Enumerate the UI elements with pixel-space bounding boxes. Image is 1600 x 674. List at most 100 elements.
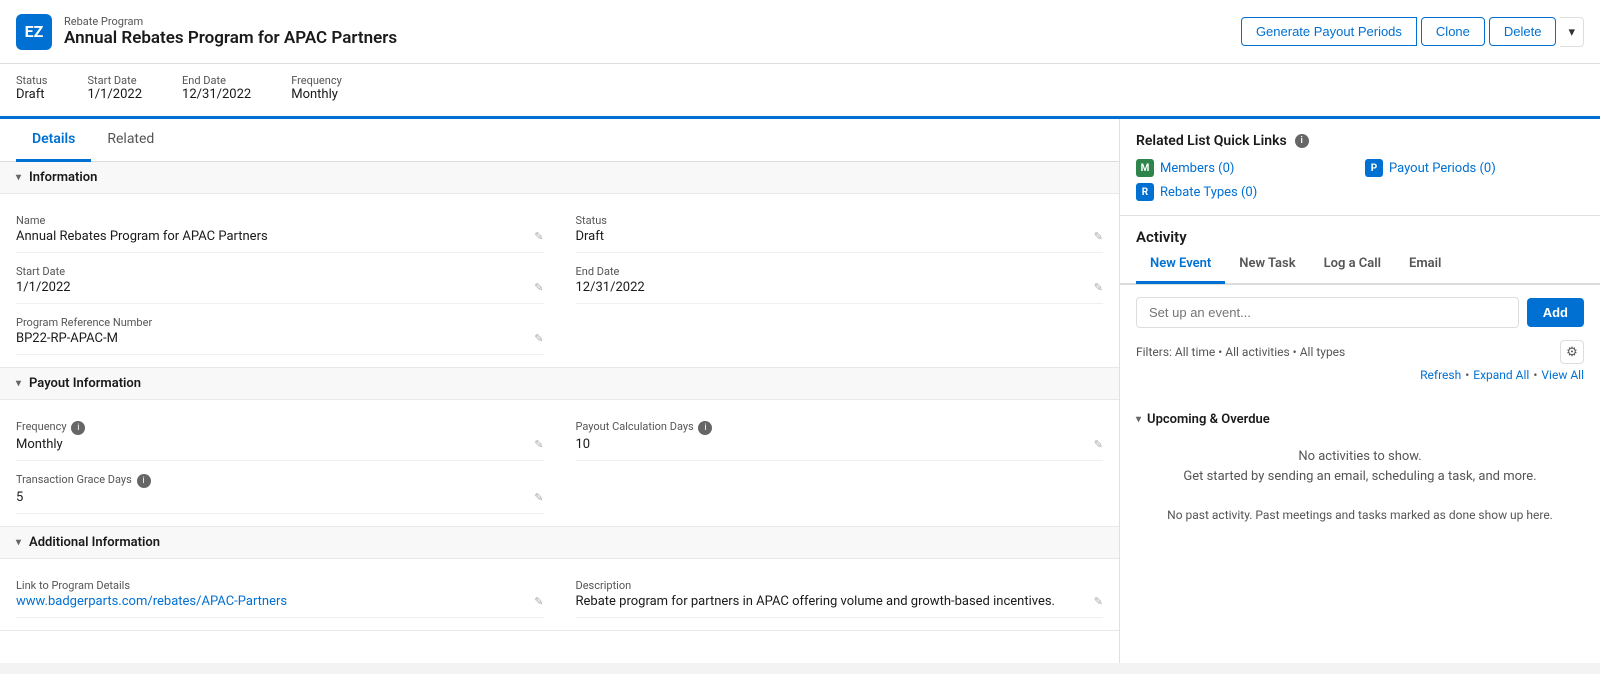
payout-calc-text: 10 bbox=[576, 437, 591, 452]
additional-section-header[interactable]: ▾ Additional Information bbox=[0, 527, 1119, 559]
payout-frequency-field: Frequency i Monthly ✎ bbox=[16, 412, 544, 461]
information-chevron-icon: ▾ bbox=[16, 172, 21, 183]
frequency-info-icon: i bbox=[71, 421, 85, 435]
activity-body: Add Filters: All time • All activities •… bbox=[1120, 285, 1600, 404]
link-value: www.badgerparts.com/rebates/APAC-Partner… bbox=[16, 594, 544, 609]
filter-gear-button[interactable]: ⚙ bbox=[1560, 340, 1584, 364]
description-text: Rebate program for partners in APAC offe… bbox=[576, 594, 1055, 609]
left-panel: Details Related ▾ Information Name Annua… bbox=[0, 119, 1120, 663]
upcoming-header[interactable]: ▾ Upcoming & Overdue bbox=[1136, 404, 1584, 435]
add-event-button[interactable]: Add bbox=[1527, 298, 1584, 327]
filters-text: Filters: All time • All activities • All… bbox=[1136, 345, 1345, 359]
tab-related[interactable]: Related bbox=[91, 119, 170, 162]
event-input[interactable] bbox=[1136, 297, 1519, 328]
payout-periods-quick-link[interactable]: P Payout Periods (0) bbox=[1365, 159, 1584, 177]
members-icon: M bbox=[1136, 159, 1154, 177]
quick-links-title-text: Related List Quick Links bbox=[1136, 133, 1287, 149]
link-edit-icon[interactable]: ✎ bbox=[534, 595, 543, 608]
additional-chevron-icon: ▾ bbox=[16, 537, 21, 548]
information-section-header[interactable]: ▾ Information bbox=[0, 162, 1119, 194]
rebate-types-quick-link[interactable]: R Rebate Types (0) bbox=[1136, 183, 1355, 201]
more-actions-button[interactable]: ▾ bbox=[1560, 17, 1584, 47]
activity-links: Refresh • Expand All • View All bbox=[1136, 368, 1584, 382]
payout-frequency-value: Monthly ✎ bbox=[16, 437, 544, 452]
additional-fields-grid: Link to Program Details www.badgerparts.… bbox=[16, 571, 1103, 618]
view-all-link[interactable]: View All bbox=[1541, 368, 1584, 382]
app-subtitle: Rebate Program bbox=[64, 15, 397, 28]
no-activity-message: No activities to show. Get started by se… bbox=[1136, 435, 1584, 498]
payout-section-body: Frequency i Monthly ✎ Payout Calculation… bbox=[0, 400, 1119, 526]
grace-days-text: 5 bbox=[16, 490, 23, 505]
end-date-info-label: End Date bbox=[576, 265, 1104, 278]
clone-button[interactable]: Clone bbox=[1421, 17, 1485, 46]
status-value: Draft bbox=[16, 87, 45, 102]
payout-frequency-text: Monthly bbox=[16, 437, 63, 452]
program-ref-text: BP22-RP-APAC-M bbox=[16, 331, 118, 346]
right-panel: Related List Quick Links i M Members (0)… bbox=[1120, 119, 1600, 663]
tab-new-event[interactable]: New Event bbox=[1136, 246, 1225, 284]
tab-new-task[interactable]: New Task bbox=[1225, 246, 1309, 284]
additional-section-title: Additional Information bbox=[29, 535, 160, 550]
generate-payout-periods-button[interactable]: Generate Payout Periods bbox=[1241, 17, 1417, 46]
program-ref-edit-icon[interactable]: ✎ bbox=[534, 332, 543, 345]
detail-tabs: Details Related bbox=[0, 119, 1119, 162]
status-edit-icon[interactable]: ✎ bbox=[1094, 230, 1103, 243]
frequency-label: Frequency bbox=[291, 74, 342, 87]
information-fields-grid: Name Annual Rebates Program for APAC Par… bbox=[16, 206, 1103, 355]
grace-days-info-icon: i bbox=[137, 474, 151, 488]
grace-days-edit-icon[interactable]: ✎ bbox=[534, 491, 543, 504]
additional-section-body: Link to Program Details www.badgerparts.… bbox=[0, 559, 1119, 630]
end-date-field: End Date 12/31/2022 bbox=[182, 74, 251, 102]
name-field: Name Annual Rebates Program for APAC Par… bbox=[16, 206, 544, 253]
status-field: Status Draft bbox=[16, 74, 47, 102]
payout-fields-grid: Frequency i Monthly ✎ Payout Calculation… bbox=[16, 412, 1103, 514]
description-label: Description bbox=[576, 579, 1104, 592]
description-edit-icon[interactable]: ✎ bbox=[1094, 595, 1103, 608]
refresh-link[interactable]: Refresh bbox=[1420, 368, 1461, 382]
app-title-block: Rebate Program Annual Rebates Program fo… bbox=[64, 15, 397, 48]
frequency-field: Frequency Monthly bbox=[291, 74, 342, 102]
grace-days-value: 5 ✎ bbox=[16, 490, 544, 505]
members-quick-link[interactable]: M Members (0) bbox=[1136, 159, 1355, 177]
payout-calc-label: Payout Calculation Days i bbox=[576, 420, 1104, 435]
payout-frequency-edit-icon[interactable]: ✎ bbox=[534, 438, 543, 451]
quick-links-info-icon: i bbox=[1295, 134, 1309, 148]
app-header: EZ Rebate Program Annual Rebates Program… bbox=[0, 0, 1600, 64]
payout-calc-info-icon: i bbox=[698, 421, 712, 435]
payout-calc-edit-icon[interactable]: ✎ bbox=[1094, 438, 1103, 451]
app-icon: EZ bbox=[16, 14, 52, 50]
link-field: Link to Program Details www.badgerparts.… bbox=[16, 571, 544, 618]
quick-links-title: Related List Quick Links i bbox=[1136, 133, 1584, 149]
header-left: EZ Rebate Program Annual Rebates Program… bbox=[16, 14, 397, 50]
tab-log-a-call[interactable]: Log a Call bbox=[1310, 246, 1395, 284]
program-ref-field: Program Reference Number BP22-RP-APAC-M … bbox=[16, 308, 544, 355]
start-date-label: Start Date bbox=[87, 74, 142, 87]
upcoming-title: Upcoming & Overdue bbox=[1147, 412, 1270, 427]
payout-section-header[interactable]: ▾ Payout Information bbox=[0, 368, 1119, 400]
quick-links-section: Related List Quick Links i M Members (0)… bbox=[1120, 119, 1600, 216]
status-bar: Status Draft Start Date 1/1/2022 End Dat… bbox=[0, 64, 1600, 119]
start-date-edit-icon[interactable]: ✎ bbox=[534, 281, 543, 294]
expand-all-link[interactable]: Expand All bbox=[1473, 368, 1529, 382]
activity-section: Activity New Event New Task Log a Call E… bbox=[1120, 216, 1600, 663]
name-field-value: Annual Rebates Program for APAC Partners… bbox=[16, 229, 544, 244]
activity-tabs: New Event New Task Log a Call Email bbox=[1120, 246, 1600, 284]
start-date-value: 1/1/2022 bbox=[87, 87, 142, 102]
link-anchor[interactable]: www.badgerparts.com/rebates/APAC-Partner… bbox=[16, 594, 287, 609]
delete-button[interactable]: Delete bbox=[1489, 17, 1557, 46]
payout-periods-icon: P bbox=[1365, 159, 1383, 177]
tab-email[interactable]: Email bbox=[1395, 246, 1455, 284]
start-date-info-field: Start Date 1/1/2022 ✎ bbox=[16, 257, 544, 304]
header-actions: Generate Payout Periods Clone Delete ▾ bbox=[1241, 17, 1584, 47]
status-info-field: Status Draft ✎ bbox=[576, 206, 1104, 253]
name-edit-icon[interactable]: ✎ bbox=[534, 230, 543, 243]
tab-details[interactable]: Details bbox=[16, 119, 91, 162]
link-label: Link to Program Details bbox=[16, 579, 544, 592]
status-info-text: Draft bbox=[576, 229, 605, 244]
end-date-info-text: 12/31/2022 bbox=[576, 280, 645, 295]
filters-row: Filters: All time • All activities • All… bbox=[1136, 340, 1584, 364]
status-info-label: Status bbox=[576, 214, 1104, 227]
end-date-edit-icon[interactable]: ✎ bbox=[1094, 281, 1103, 294]
information-section-body: Name Annual Rebates Program for APAC Par… bbox=[0, 194, 1119, 367]
grace-days-field: Transaction Grace Days i 5 ✎ bbox=[16, 465, 544, 514]
